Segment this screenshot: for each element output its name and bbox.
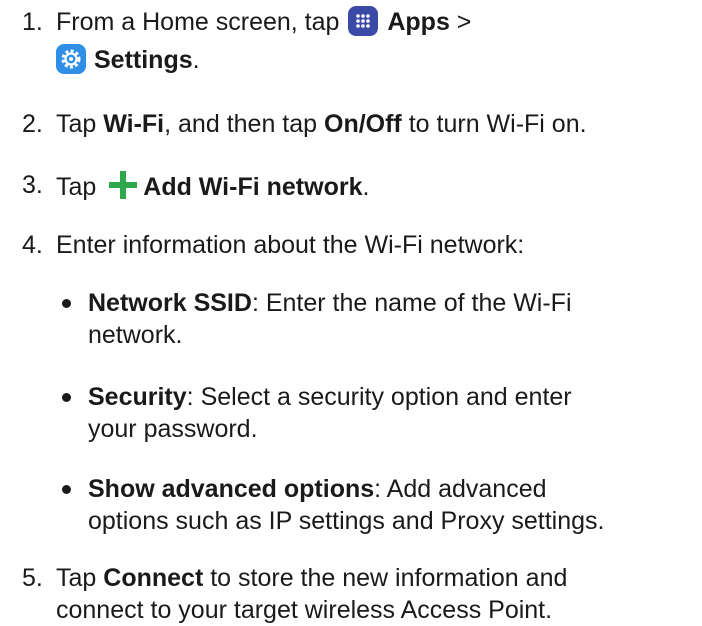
step-5-suffix: to store the new information and bbox=[210, 564, 568, 592]
bullet-advanced-options: Show advanced options: Add advanced opti… bbox=[62, 473, 605, 537]
bullet-text: : Add advanced bbox=[374, 475, 547, 503]
step-text: Tap Connect to store the new information… bbox=[56, 562, 567, 626]
bullet-text-continued: options such as IP settings and Proxy se… bbox=[88, 507, 605, 535]
step-text: Tap Wi-Fi, and then tap On/Off to turn W… bbox=[56, 108, 587, 140]
step-1-prefix: From a Home screen, tap bbox=[56, 8, 340, 36]
apps-separator: > bbox=[456, 8, 472, 36]
bullet-dot bbox=[62, 393, 71, 402]
apps-label: Apps bbox=[387, 8, 450, 36]
step-number: 5. bbox=[22, 564, 43, 592]
step-text: Tap Add Wi-Fi network. bbox=[56, 169, 369, 203]
step-text: Enter information about the Wi-Fi networ… bbox=[56, 231, 525, 259]
step-3-period: . bbox=[362, 173, 370, 201]
wifi-label: Wi-Fi bbox=[103, 110, 165, 138]
step-5-continued: connect to your target wireless Access P… bbox=[56, 596, 553, 624]
bullet-text: : Enter the name of the Wi-Fi bbox=[251, 289, 572, 317]
bullet-dot bbox=[62, 485, 71, 494]
connect-label: Connect bbox=[103, 564, 204, 592]
bullet-text: : Select a security option and enter bbox=[186, 383, 572, 411]
bullet-text-continued: network. bbox=[88, 321, 183, 349]
settings-label: Settings bbox=[94, 46, 193, 74]
step-2-middle: , and then tap bbox=[164, 110, 318, 138]
bullet-dot bbox=[62, 299, 71, 308]
step-2-prefix: Tap bbox=[56, 110, 97, 138]
add-wifi-network-label: Add Wi-Fi network bbox=[143, 173, 363, 201]
bullet-network-ssid: Network SSID: Enter the name of the Wi-F… bbox=[62, 287, 572, 351]
step-number: 4. bbox=[22, 231, 43, 259]
step-5-prefix: Tap bbox=[56, 564, 97, 592]
bullet-text-continued: your password. bbox=[88, 415, 258, 443]
step-number: 2. bbox=[22, 110, 43, 138]
gear-icon bbox=[56, 44, 86, 74]
settings-period: . bbox=[192, 46, 200, 74]
step-text: From a Home screen, tap Apps > Settings. bbox=[56, 6, 471, 76]
step-number: 3. bbox=[22, 171, 43, 199]
apps-grid-icon bbox=[348, 6, 379, 36]
plus-icon bbox=[109, 171, 138, 199]
bullet-term: Show advanced options bbox=[88, 475, 375, 503]
bullet-term: Security bbox=[88, 383, 187, 411]
step-number: 1. bbox=[22, 8, 43, 36]
step-3-prefix: Tap bbox=[56, 173, 97, 201]
bullet-security: Security: Select a security option and e… bbox=[62, 381, 572, 445]
onoff-label: On/Off bbox=[324, 110, 402, 138]
bullet-term: Network SSID bbox=[88, 289, 252, 317]
step-2-suffix: to turn Wi-Fi on. bbox=[408, 110, 587, 138]
